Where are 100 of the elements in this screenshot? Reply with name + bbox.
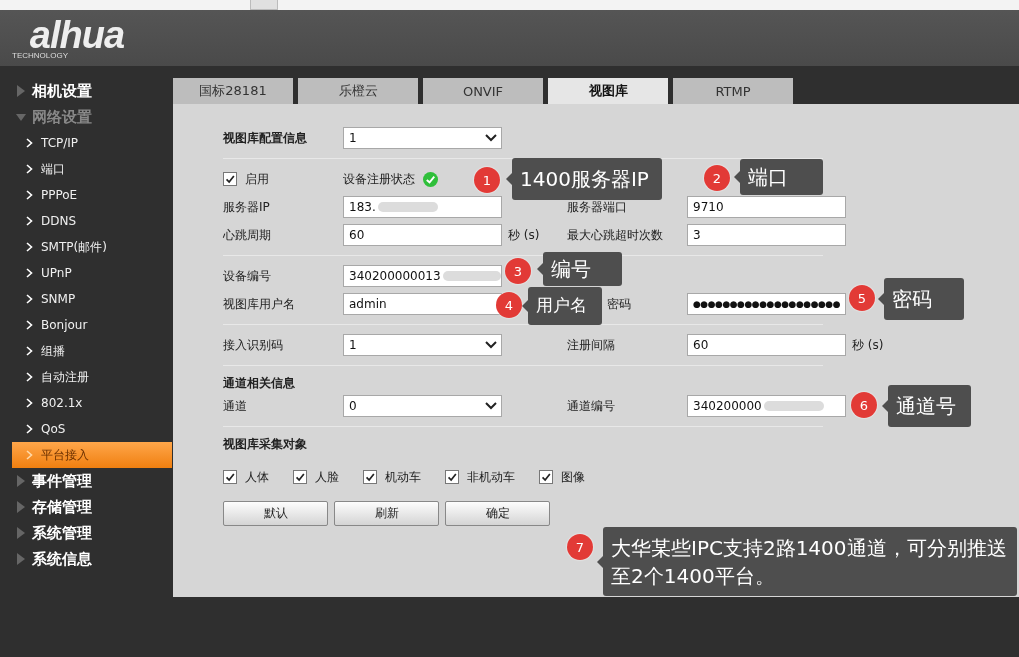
sidebar-subitem[interactable]: 自动注册 bbox=[12, 364, 172, 390]
callout: 端口 bbox=[740, 159, 823, 195]
callout: 通道号 bbox=[888, 385, 971, 427]
checkbox-label: 非机动车 bbox=[467, 468, 515, 486]
chevron-right-icon bbox=[26, 268, 33, 278]
chevron-right-icon bbox=[26, 320, 33, 330]
input-field[interactable]: 60 bbox=[343, 224, 502, 246]
caret-icon bbox=[485, 402, 497, 410]
section-heading: 视图库采集对象 bbox=[223, 436, 308, 453]
action-button[interactable]: 默认 bbox=[223, 501, 328, 526]
callout: 编号 bbox=[543, 252, 622, 286]
field-label: 注册间隔 bbox=[567, 336, 616, 354]
sidebar-item[interactable]: 网络设置 bbox=[0, 104, 172, 130]
sidebar-subitem[interactable]: TCP/IP bbox=[12, 130, 172, 156]
checkbox-label: 图像 bbox=[561, 468, 585, 486]
field-label: 服务器IP bbox=[223, 198, 271, 216]
input-field[interactable]: 60 bbox=[687, 334, 846, 356]
sidebar-subitem[interactable]: DDNS bbox=[12, 208, 172, 234]
chevron-right-icon bbox=[26, 216, 33, 226]
sidebar-subitem[interactable]: PPPoE bbox=[12, 182, 172, 208]
field-label: 最大心跳超时次数 bbox=[567, 226, 664, 244]
sidebar-item[interactable]: 存储管理 bbox=[0, 494, 172, 520]
input-field[interactable]: 9710 bbox=[687, 196, 846, 218]
sidebar-subitem[interactable]: 平台接入 bbox=[12, 442, 172, 468]
input-field[interactable]: 3 bbox=[687, 224, 846, 246]
callout: 1400服务器IP bbox=[512, 158, 662, 200]
password-field[interactable]: ●●●●●●●●●●●●●●●●●●●● bbox=[687, 293, 846, 315]
chevron-right-icon bbox=[26, 138, 33, 148]
dropdown-field[interactable]: 1 bbox=[343, 127, 502, 149]
sidebar-subitem[interactable]: 端口 bbox=[12, 156, 172, 182]
checkbox[interactable] bbox=[223, 470, 237, 484]
chevron-right-icon bbox=[26, 398, 33, 408]
field-label: 通道 bbox=[223, 397, 248, 415]
dropdown-field[interactable]: 1 bbox=[343, 334, 502, 356]
status-label: 设备注册状态 bbox=[343, 170, 415, 188]
callout-pointer bbox=[878, 293, 884, 305]
field-label: 服务器端口 bbox=[567, 198, 628, 216]
sidebar-item[interactable]: 相机设置 bbox=[0, 78, 172, 104]
checkbox[interactable] bbox=[539, 470, 553, 484]
unit-label: 秒 (s) bbox=[851, 336, 885, 354]
triangle-down-icon bbox=[16, 111, 26, 123]
checkbox-label: 机动车 bbox=[385, 468, 421, 486]
checkbox-label: 人体 bbox=[245, 468, 269, 486]
callout-pointer bbox=[537, 263, 543, 275]
triangle-right-icon bbox=[16, 527, 26, 539]
chevron-right-icon bbox=[26, 164, 33, 174]
checkbox[interactable] bbox=[363, 470, 377, 484]
chevron-right-icon bbox=[26, 294, 33, 304]
sidebar-subitem[interactable]: QoS bbox=[12, 416, 172, 442]
blur-mark bbox=[442, 271, 501, 281]
tab[interactable]: RTMP bbox=[673, 78, 793, 104]
checkbox[interactable] bbox=[293, 470, 307, 484]
field-label: 视图库配置信息 bbox=[223, 129, 308, 147]
tab[interactable]: 视图库 bbox=[548, 78, 668, 104]
sidebar-subitem[interactable]: UPnP bbox=[12, 260, 172, 286]
sidebar-subitem[interactable]: SNMP bbox=[12, 286, 172, 312]
unit-label: 秒 (s) bbox=[507, 226, 541, 244]
tab[interactable]: 乐橙云 bbox=[298, 78, 418, 104]
sidebar-subitem[interactable]: Bonjour bbox=[12, 312, 172, 338]
caret-icon bbox=[485, 134, 497, 142]
field-label: 接入识别码 bbox=[223, 336, 284, 354]
field-label: 通道编号 bbox=[567, 397, 616, 415]
sidebar-subitem[interactable]: 组播 bbox=[12, 338, 172, 364]
callout-pointer bbox=[506, 173, 512, 185]
callout-pointer bbox=[882, 400, 888, 412]
dropdown-field[interactable]: 0 bbox=[343, 395, 502, 417]
checkbox-label: 启用 bbox=[245, 170, 269, 188]
chevron-right-icon bbox=[26, 372, 33, 382]
blur-mark bbox=[377, 202, 438, 212]
triangle-right-icon bbox=[16, 85, 26, 97]
input-field[interactable]: admin bbox=[343, 293, 502, 315]
triangle-right-icon bbox=[16, 553, 26, 565]
input-field[interactable]: 340200000013 bbox=[343, 265, 502, 287]
action-button[interactable]: 确定 bbox=[445, 501, 550, 526]
field-label: 密码 bbox=[607, 295, 631, 313]
input-field[interactable]: 183. bbox=[343, 196, 502, 218]
sidebar-subitem[interactable]: 802.1x bbox=[12, 390, 172, 416]
field-label: 设备编号 bbox=[223, 267, 272, 285]
chevron-right-icon bbox=[26, 450, 33, 460]
chevron-right-icon bbox=[26, 242, 33, 252]
callout: 密码 bbox=[884, 278, 964, 320]
chevron-right-icon bbox=[26, 346, 33, 356]
action-button[interactable]: 刷新 bbox=[334, 501, 439, 526]
chevron-right-icon bbox=[26, 190, 33, 200]
blur-mark bbox=[763, 401, 824, 411]
callout-pointer bbox=[734, 171, 740, 183]
section-heading: 通道相关信息 bbox=[223, 375, 296, 392]
triangle-right-icon bbox=[16, 501, 26, 513]
tab[interactable]: 国标28181 bbox=[173, 78, 293, 104]
chevron-right-icon bbox=[26, 424, 33, 434]
checkbox[interactable] bbox=[445, 470, 459, 484]
tab[interactable]: ONVIF bbox=[423, 78, 543, 104]
sidebar-item[interactable]: 系统信息 bbox=[0, 546, 172, 572]
sidebar-item[interactable]: 事件管理 bbox=[0, 468, 172, 494]
callout: 用户名 bbox=[528, 287, 602, 325]
input-field[interactable]: 340200000 bbox=[687, 395, 846, 417]
field-label: 心跳周期 bbox=[223, 226, 272, 244]
checkbox[interactable] bbox=[223, 172, 237, 186]
sidebar-item[interactable]: 系统管理 bbox=[0, 520, 172, 546]
sidebar-subitem[interactable]: SMTP(邮件) bbox=[12, 234, 172, 260]
